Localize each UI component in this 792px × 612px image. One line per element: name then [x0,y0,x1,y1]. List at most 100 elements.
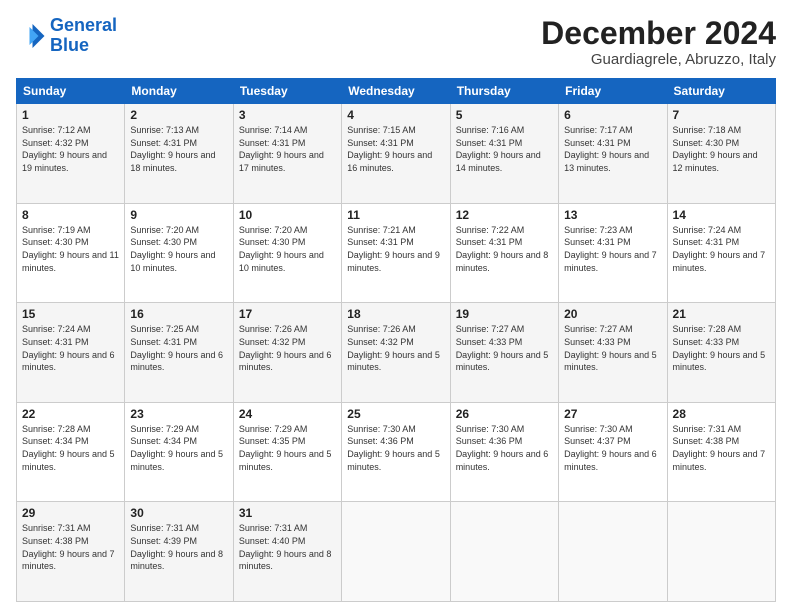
day-number: 28 [673,407,770,421]
weekday-wednesday: Wednesday [342,79,450,104]
day-info: Sunrise: 7:28 AMSunset: 4:33 PMDaylight:… [673,323,770,373]
day-number: 7 [673,108,770,122]
week-row-1: 1 Sunrise: 7:12 AMSunset: 4:32 PMDaylight… [17,104,776,204]
logo-general: General [50,15,117,35]
day-info: Sunrise: 7:29 AMSunset: 4:35 PMDaylight:… [239,423,336,473]
day-cell: 23 Sunrise: 7:29 AMSunset: 4:34 PMDayligh… [125,402,233,502]
day-number: 26 [456,407,553,421]
day-cell: 15Sunrise: 7:24 AMSunset: 4:31 PMDayligh… [17,303,125,403]
header: General Blue December 2024 Guardiagrele,… [16,16,776,68]
day-info: Sunrise: 7:12 AMSunset: 4:32 PMDaylight:… [22,124,119,174]
weekday-saturday: Saturday [667,79,775,104]
day-info: Sunrise: 7:27 AMSunset: 4:33 PMDaylight:… [456,323,553,373]
day-cell [450,502,558,602]
day-info: Sunrise: 7:31 AMSunset: 4:38 PMDaylight:… [673,423,770,473]
day-number: 13 [564,208,661,222]
day-number: 21 [673,307,770,321]
day-info: Sunrise: 7:31 AMSunset: 4:38 PMDaylight:… [22,522,119,572]
month-title: December 2024 [541,16,776,51]
day-info: Sunrise: 7:22 AMSunset: 4:31 PMDaylight:… [456,224,553,274]
day-info: Sunrise: 7:21 AMSunset: 4:31 PMDaylight:… [347,224,444,274]
day-cell: 9Sunrise: 7:20 AMSunset: 4:30 PMDaylight… [125,203,233,303]
logo: General Blue [16,16,117,56]
day-number: 23 [130,407,227,421]
calendar-table: SundayMondayTuesdayWednesdayThursdayFrid… [16,78,776,602]
day-number: 4 [347,108,444,122]
day-cell: 16 Sunrise: 7:25 AMSunset: 4:31 PMDayligh… [125,303,233,403]
weekday-friday: Friday [559,79,667,104]
day-number: 30 [130,506,227,520]
day-cell: 6Sunrise: 7:17 AMSunset: 4:31 PMDaylight… [559,104,667,204]
day-info: Sunrise: 7:24 AMSunset: 4:31 PMDaylight:… [673,224,770,274]
day-cell: 7 Sunrise: 7:18 AMSunset: 4:30 PMDaylight… [667,104,775,204]
day-info: Sunrise: 7:26 AMSunset: 4:32 PMDaylight:… [239,323,336,373]
day-info: Sunrise: 7:17 AMSunset: 4:31 PMDaylight:… [564,124,661,174]
week-row-4: 22 Sunrise: 7:28 AMSunset: 4:34 PMDayligh… [17,402,776,502]
day-number: 8 [22,208,119,222]
day-info: Sunrise: 7:19 AMSunset: 4:30 PMDaylight:… [22,224,119,274]
day-number: 27 [564,407,661,421]
day-cell: 26 Sunrise: 7:30 AMSunset: 4:36 PMDayligh… [450,402,558,502]
day-cell: 11 Sunrise: 7:21 AMSunset: 4:31 PMDayligh… [342,203,450,303]
calendar-body: 1 Sunrise: 7:12 AMSunset: 4:32 PMDaylight… [17,104,776,602]
day-info: Sunrise: 7:29 AMSunset: 4:34 PMDaylight:… [130,423,227,473]
day-number: 31 [239,506,336,520]
day-number: 1 [22,108,119,122]
day-info: Sunrise: 7:13 AMSunset: 4:31 PMDaylight:… [130,124,227,174]
week-row-2: 8 Sunrise: 7:19 AMSunset: 4:30 PMDaylight… [17,203,776,303]
day-cell: 5Sunrise: 7:16 AMSunset: 4:31 PMDaylight… [450,104,558,204]
day-info: Sunrise: 7:23 AMSunset: 4:31 PMDaylight:… [564,224,661,274]
day-cell: 18Sunrise: 7:26 AMSunset: 4:32 PMDayligh… [342,303,450,403]
day-cell [667,502,775,602]
day-cell: 1 Sunrise: 7:12 AMSunset: 4:32 PMDaylight… [17,104,125,204]
day-cell: 29Sunrise: 7:31 AMSunset: 4:38 PMDayligh… [17,502,125,602]
day-cell: 17 Sunrise: 7:26 AMSunset: 4:32 PMDayligh… [233,303,341,403]
day-number: 22 [22,407,119,421]
day-number: 11 [347,208,444,222]
day-cell: 28 Sunrise: 7:31 AMSunset: 4:38 PMDayligh… [667,402,775,502]
day-info: Sunrise: 7:30 AMSunset: 4:36 PMDaylight:… [456,423,553,473]
day-cell: 22 Sunrise: 7:28 AMSunset: 4:34 PMDayligh… [17,402,125,502]
location: Guardiagrele, Abruzzo, Italy [541,51,776,68]
weekday-thursday: Thursday [450,79,558,104]
title-block: December 2024 Guardiagrele, Abruzzo, Ita… [541,16,776,68]
day-info: Sunrise: 7:26 AMSunset: 4:32 PMDaylight:… [347,323,444,373]
day-info: Sunrise: 7:20 AMSunset: 4:30 PMDaylight:… [130,224,227,274]
day-cell: 3Sunrise: 7:14 AMSunset: 4:31 PMDaylight… [233,104,341,204]
day-number: 15 [22,307,119,321]
day-info: Sunrise: 7:18 AMSunset: 4:30 PMDaylight:… [673,124,770,174]
day-cell [342,502,450,602]
day-cell: 30 Sunrise: 7:31 AMSunset: 4:39 PMDayligh… [125,502,233,602]
day-cell: 25Sunrise: 7:30 AMSunset: 4:36 PMDayligh… [342,402,450,502]
day-cell: 27 Sunrise: 7:30 AMSunset: 4:37 PMDayligh… [559,402,667,502]
day-info: Sunrise: 7:20 AMSunset: 4:30 PMDaylight:… [239,224,336,274]
week-row-3: 15Sunrise: 7:24 AMSunset: 4:31 PMDayligh… [17,303,776,403]
day-number: 24 [239,407,336,421]
day-info: Sunrise: 7:14 AMSunset: 4:31 PMDaylight:… [239,124,336,174]
day-cell: 14 Sunrise: 7:24 AMSunset: 4:31 PMDayligh… [667,203,775,303]
day-info: Sunrise: 7:28 AMSunset: 4:34 PMDaylight:… [22,423,119,473]
day-cell: 4Sunrise: 7:15 AMSunset: 4:31 PMDaylight… [342,104,450,204]
day-cell: 31 Sunrise: 7:31 AMSunset: 4:40 PMDayligh… [233,502,341,602]
day-number: 17 [239,307,336,321]
day-info: Sunrise: 7:25 AMSunset: 4:31 PMDaylight:… [130,323,227,373]
calendar-header: SundayMondayTuesdayWednesdayThursdayFrid… [17,79,776,104]
day-number: 20 [564,307,661,321]
day-info: Sunrise: 7:31 AMSunset: 4:39 PMDaylight:… [130,522,227,572]
day-info: Sunrise: 7:31 AMSunset: 4:40 PMDaylight:… [239,522,336,572]
weekday-tuesday: Tuesday [233,79,341,104]
day-number: 14 [673,208,770,222]
day-info: Sunrise: 7:30 AMSunset: 4:37 PMDaylight:… [564,423,661,473]
day-number: 2 [130,108,227,122]
logo-blue: Blue [50,35,89,55]
day-number: 10 [239,208,336,222]
day-number: 16 [130,307,227,321]
week-row-5: 29Sunrise: 7:31 AMSunset: 4:38 PMDayligh… [17,502,776,602]
day-cell: 12Sunrise: 7:22 AMSunset: 4:31 PMDayligh… [450,203,558,303]
weekday-header-row: SundayMondayTuesdayWednesdayThursdayFrid… [17,79,776,104]
day-cell: 13 Sunrise: 7:23 AMSunset: 4:31 PMDayligh… [559,203,667,303]
logo-icon [16,21,46,51]
day-cell [559,502,667,602]
weekday-sunday: Sunday [17,79,125,104]
day-number: 25 [347,407,444,421]
